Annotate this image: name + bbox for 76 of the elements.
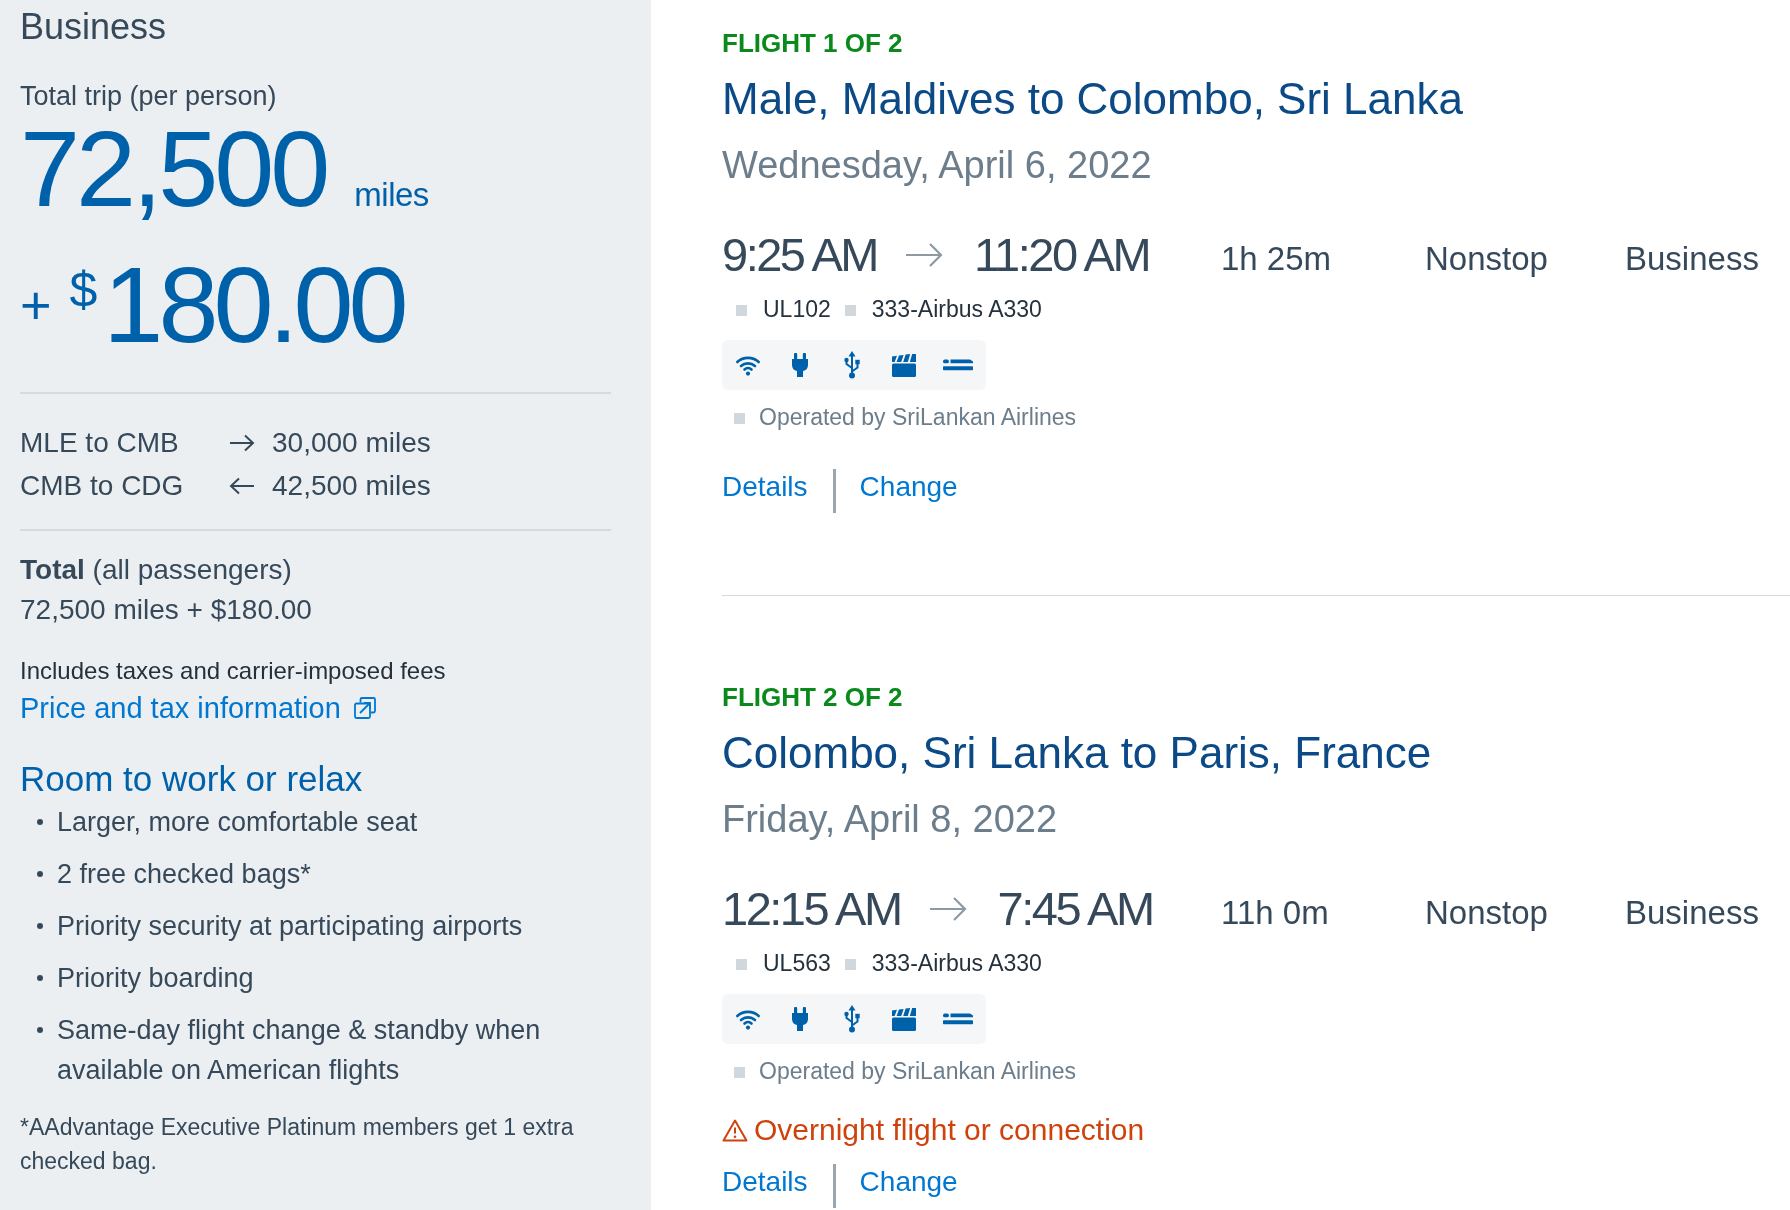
stops-label: Nonstop [1425,893,1549,933]
price-info-link[interactable]: Price and tax information [20,690,377,726]
route-title: Male, Maldives to Colombo, Sri Lanka [722,73,1464,125]
leg-miles: 30,000 miles [272,426,432,459]
footnote: *AAdvantage Executive Platinum members get 1 extra checked bag. [20,1113,575,1176]
flight-number: UL563 [763,949,831,977]
bullet-icon [37,1027,43,1033]
right-arrow-icon [928,896,967,922]
miles-total: 72,500 [20,115,327,223]
benefit-item: Same-day flight change & standby when available on American flights [57,1014,542,1087]
power-plug-icon [791,353,809,377]
clapperboard-icon [891,353,917,377]
leg-route: MLE to CMB [20,426,180,459]
square-bullet-icon [736,304,747,316]
flight-heading: FLIGHT 2 OF 2 [722,681,904,714]
arrival-time: 11:20 AM [973,227,1150,283]
left-arrow-icon [228,475,256,496]
arrival-time: 7:45 AM [997,881,1153,937]
operator-label: Operated by SriLankan Airlines [759,1057,1077,1086]
flat-bed-icon [943,1013,973,1025]
benefit-item: Priority boarding [57,962,255,995]
benefit-item: Larger, more comfortable seat [57,806,419,839]
warning-icon [722,1118,748,1142]
departure-time: 9:25 AM [722,227,877,283]
clapperboard-icon [891,1007,917,1031]
aircraft-type: 333-Airbus A330 [871,949,1042,977]
route-title: Colombo, Sri Lanka to Paris, France [722,727,1433,779]
cabin-class: Business [1625,239,1760,279]
usb-icon [843,351,861,379]
benefit-item: Priority security at participating airports [57,910,524,943]
change-link[interactable]: Change [859,1162,958,1202]
leg-route: CMB to CDG [20,469,185,502]
benefit-item: 2 free checked bags* [57,858,312,891]
stops-label: Nonstop [1425,239,1549,279]
bullet-icon [37,975,43,981]
change-link[interactable]: Change [859,467,958,507]
square-bullet-icon [734,1066,745,1078]
usb-icon [843,1005,861,1033]
right-arrow-icon [904,242,943,268]
wifi-icon [735,1008,761,1030]
plus-sign: + [20,278,52,332]
square-bullet-icon [844,958,856,970]
right-arrow-icon [228,432,256,453]
power-plug-icon [791,1007,809,1031]
flat-bed-icon [943,359,973,371]
benefits-heading: Room to work or relax [20,758,364,800]
flight-duration: 11h 0m [1221,893,1330,933]
leg-miles: 42,500 miles [272,469,432,502]
square-bullet-icon [734,412,745,424]
cabin-class: Business [1625,893,1760,933]
details-link[interactable]: Details [722,467,808,507]
warning-text: Overnight flight or connection [754,1112,1145,1148]
flight-date: Wednesday, April 6, 2022 [722,143,1153,188]
flight-heading: FLIGHT 1 OF 2 [722,27,904,60]
flight-date: Friday, April 8, 2022 [722,797,1059,842]
flight-duration: 1h 25m [1221,239,1333,279]
aircraft-type: 333-Airbus A330 [871,295,1042,323]
square-bullet-icon [844,304,856,316]
bullet-icon [37,819,43,825]
external-link-icon [352,696,377,720]
per-person-label: Total trip (per person) [20,81,278,111]
flight-number: UL102 [763,295,831,323]
cash-total: 180.00 [103,251,404,359]
taxes-note: Includes taxes and carrier-imposed fees [20,656,447,686]
cabin-label: Business [20,7,168,47]
details-link[interactable]: Details [722,1162,808,1202]
total-value: 72,500 miles + $180.00 [20,593,313,627]
miles-unit: miles [354,176,429,214]
wifi-icon [735,354,761,376]
bullet-icon [37,871,43,877]
operator-label: Operated by SriLankan Airlines [759,403,1077,432]
square-bullet-icon [736,958,747,970]
bullet-icon [37,923,43,929]
departure-time: 12:15 AM [722,881,901,937]
currency-symbol: $ [69,265,98,315]
total-label: Total (all passengers) [20,553,293,587]
